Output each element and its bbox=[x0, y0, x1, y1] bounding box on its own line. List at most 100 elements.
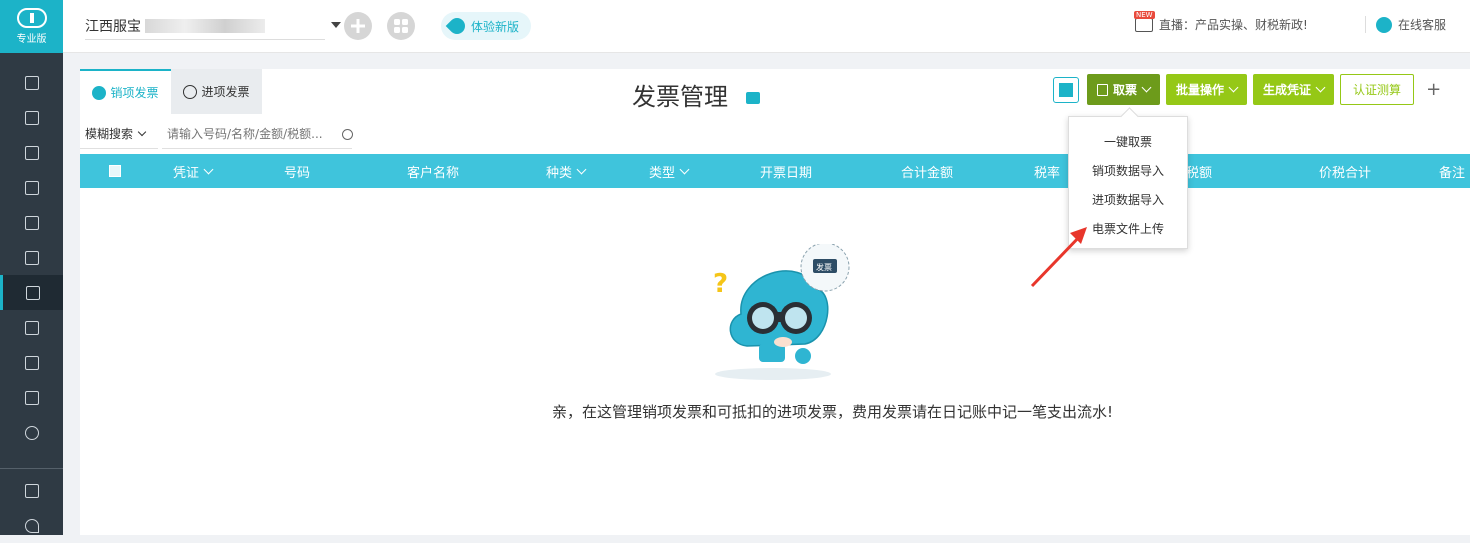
invoice-icon bbox=[26, 285, 40, 300]
company-selector[interactable]: 江西服宝 bbox=[85, 12, 341, 40]
tutorial-video-icon[interactable] bbox=[746, 91, 760, 104]
sidebar-item-settings[interactable] bbox=[0, 415, 63, 450]
fetch-invoice-button[interactable]: 取票 bbox=[1087, 74, 1161, 105]
sidebar-item-invoices[interactable] bbox=[0, 275, 63, 310]
mascot-illustration: ? 发票 bbox=[685, 242, 865, 384]
toolbar: 取票 批量操作 生成凭证 认证测算 + bbox=[1053, 74, 1441, 105]
chevron-down-icon bbox=[576, 164, 587, 174]
sidebar-item-calendar[interactable] bbox=[0, 205, 63, 240]
company-name-redacted bbox=[145, 18, 265, 33]
mascot-binoculars-image: ? 发票 bbox=[713, 242, 850, 380]
qr-code-button[interactable] bbox=[1053, 76, 1079, 103]
verify-calc-label: 认证测算 bbox=[1353, 83, 1402, 97]
sidebar-item-assets[interactable] bbox=[0, 170, 63, 205]
sidebar-item-cashier[interactable] bbox=[0, 380, 63, 415]
checkbox[interactable] bbox=[109, 165, 121, 177]
search-mode-label: 模糊搜索 bbox=[85, 127, 134, 141]
tab-purchase-invoices[interactable]: 进项发票 bbox=[171, 69, 262, 114]
generate-voucher-label: 生成凭证 bbox=[1263, 83, 1312, 97]
add-button[interactable] bbox=[344, 12, 372, 40]
sidebar-item-ledger[interactable] bbox=[0, 100, 63, 135]
sidebar-divider bbox=[0, 468, 63, 469]
search-bar: 模糊搜索 bbox=[80, 119, 353, 149]
chevron-down-icon bbox=[203, 164, 214, 174]
tab-sales-invoices[interactable]: 销项发票 bbox=[80, 69, 171, 114]
voucher-icon bbox=[24, 75, 39, 90]
live-stream-text: 直播：产品实操、财税新政! bbox=[1159, 18, 1308, 32]
chevron-down-icon bbox=[1141, 82, 1152, 93]
verify-calc-button[interactable]: 认证测算 bbox=[1340, 74, 1415, 105]
online-service-link[interactable]: 在线客服 bbox=[1365, 16, 1446, 33]
batch-operation-label: 批量操作 bbox=[1176, 83, 1225, 97]
column-header-type[interactable]: 类型 bbox=[649, 154, 690, 188]
try-new-version-label: 体验新版 bbox=[471, 19, 520, 34]
batch-operation-button[interactable]: 批量操作 bbox=[1166, 74, 1248, 105]
sidebar-item-statements[interactable] bbox=[0, 310, 63, 345]
column-header-number: 号码 bbox=[284, 154, 310, 188]
menu-item-import-sales[interactable]: 销项数据导入 bbox=[1069, 156, 1187, 185]
statement-icon bbox=[24, 320, 39, 335]
grid-icon bbox=[394, 19, 408, 33]
column-header-tax-rate[interactable]: 税率 bbox=[1034, 154, 1060, 188]
sidebar-item-vouchers[interactable] bbox=[0, 65, 63, 100]
tv-icon: NEW bbox=[1134, 10, 1155, 32]
online-service-text: 在线客服 bbox=[1398, 18, 1447, 32]
invoice-tabs: 销项发票 进项发票 bbox=[80, 69, 262, 114]
main-content: 销项发票 进项发票 发票管理 取票 批量操作 生成凭证 认证测算 + 模糊搜索 … bbox=[80, 69, 1470, 535]
topbar: 江西服宝 体验新版 NEW 直播：产品实操、财税新政! 在线客服 bbox=[63, 0, 1470, 53]
menu-item-one-click-fetch[interactable]: 一键取票 bbox=[1069, 127, 1187, 156]
try-new-version-button[interactable]: 体验新版 bbox=[441, 12, 532, 40]
menu-item-import-purchase[interactable]: 进项数据导入 bbox=[1069, 185, 1187, 214]
qr-icon bbox=[1059, 82, 1073, 97]
apps-button[interactable] bbox=[387, 12, 415, 40]
calendar-icon bbox=[24, 215, 39, 230]
chevron-down-icon bbox=[1228, 82, 1239, 93]
sidebar-item-video[interactable] bbox=[0, 473, 63, 508]
chevron-down-icon bbox=[1315, 82, 1326, 93]
sidebar-item-tax[interactable] bbox=[0, 345, 63, 380]
column-label: 凭证 bbox=[173, 165, 200, 181]
sidebar-item-books[interactable] bbox=[0, 240, 63, 275]
chart-icon bbox=[24, 145, 39, 160]
column-header-tax-amount: 税额 bbox=[1186, 154, 1212, 188]
search-mode-select[interactable]: 模糊搜索 bbox=[80, 119, 158, 149]
column-label: 客户名称 bbox=[407, 165, 460, 181]
chevron-down-icon bbox=[137, 127, 147, 136]
gear-icon bbox=[24, 425, 39, 440]
ledger-icon bbox=[24, 110, 39, 125]
rocket-icon bbox=[445, 14, 469, 38]
column-header-remark: 备注 bbox=[1439, 154, 1465, 188]
chevron-down-icon bbox=[679, 164, 690, 174]
search-input[interactable] bbox=[162, 119, 352, 149]
column-label: 号码 bbox=[284, 165, 311, 181]
video-icon bbox=[24, 483, 39, 498]
sidebar-item-reports[interactable] bbox=[0, 135, 63, 170]
column-label: 税额 bbox=[1186, 165, 1213, 181]
live-stream-link[interactable]: NEW 直播：产品实操、财税新政! bbox=[1134, 10, 1308, 33]
column-header-voucher[interactable]: 凭证 bbox=[173, 154, 214, 188]
column-header-kind[interactable]: 种类 bbox=[546, 154, 587, 188]
column-header-total-amount: 合计金额 bbox=[901, 154, 953, 188]
table-header: 凭证 号码 客户名称 种类 类型 开票日期 合计金额 税率 税额 价税合计 备注 bbox=[80, 154, 1470, 188]
column-label: 税率 bbox=[1034, 165, 1061, 181]
book-icon bbox=[24, 250, 39, 265]
fetch-icon bbox=[1097, 83, 1108, 96]
building-icon bbox=[24, 180, 39, 195]
tax-icon bbox=[24, 355, 39, 370]
column-label: 种类 bbox=[546, 165, 573, 181]
cashier-icon bbox=[24, 390, 39, 405]
logo[interactable]: 专业版 bbox=[0, 0, 63, 53]
sidebar-item-help[interactable] bbox=[0, 508, 63, 543]
select-all-checkbox[interactable] bbox=[109, 154, 121, 188]
plus-icon bbox=[351, 19, 365, 33]
column-label: 开票日期 bbox=[760, 165, 813, 181]
column-header-issue-date: 开票日期 bbox=[760, 154, 812, 188]
logo-label: 专业版 bbox=[16, 34, 47, 45]
tab-label: 进项发票 bbox=[201, 85, 250, 99]
caret-down-icon[interactable] bbox=[331, 22, 341, 28]
more-plus-button[interactable]: + bbox=[1426, 79, 1441, 100]
company-name: 江西服宝 bbox=[85, 18, 141, 35]
generate-voucher-button[interactable]: 生成凭证 bbox=[1253, 74, 1335, 105]
empty-state-message: 亲，在这管理销项发票和可抵扣的进项发票，费用发票请在日记账中记一笔支出流水! bbox=[551, 403, 1114, 421]
search-icon[interactable] bbox=[342, 128, 353, 140]
